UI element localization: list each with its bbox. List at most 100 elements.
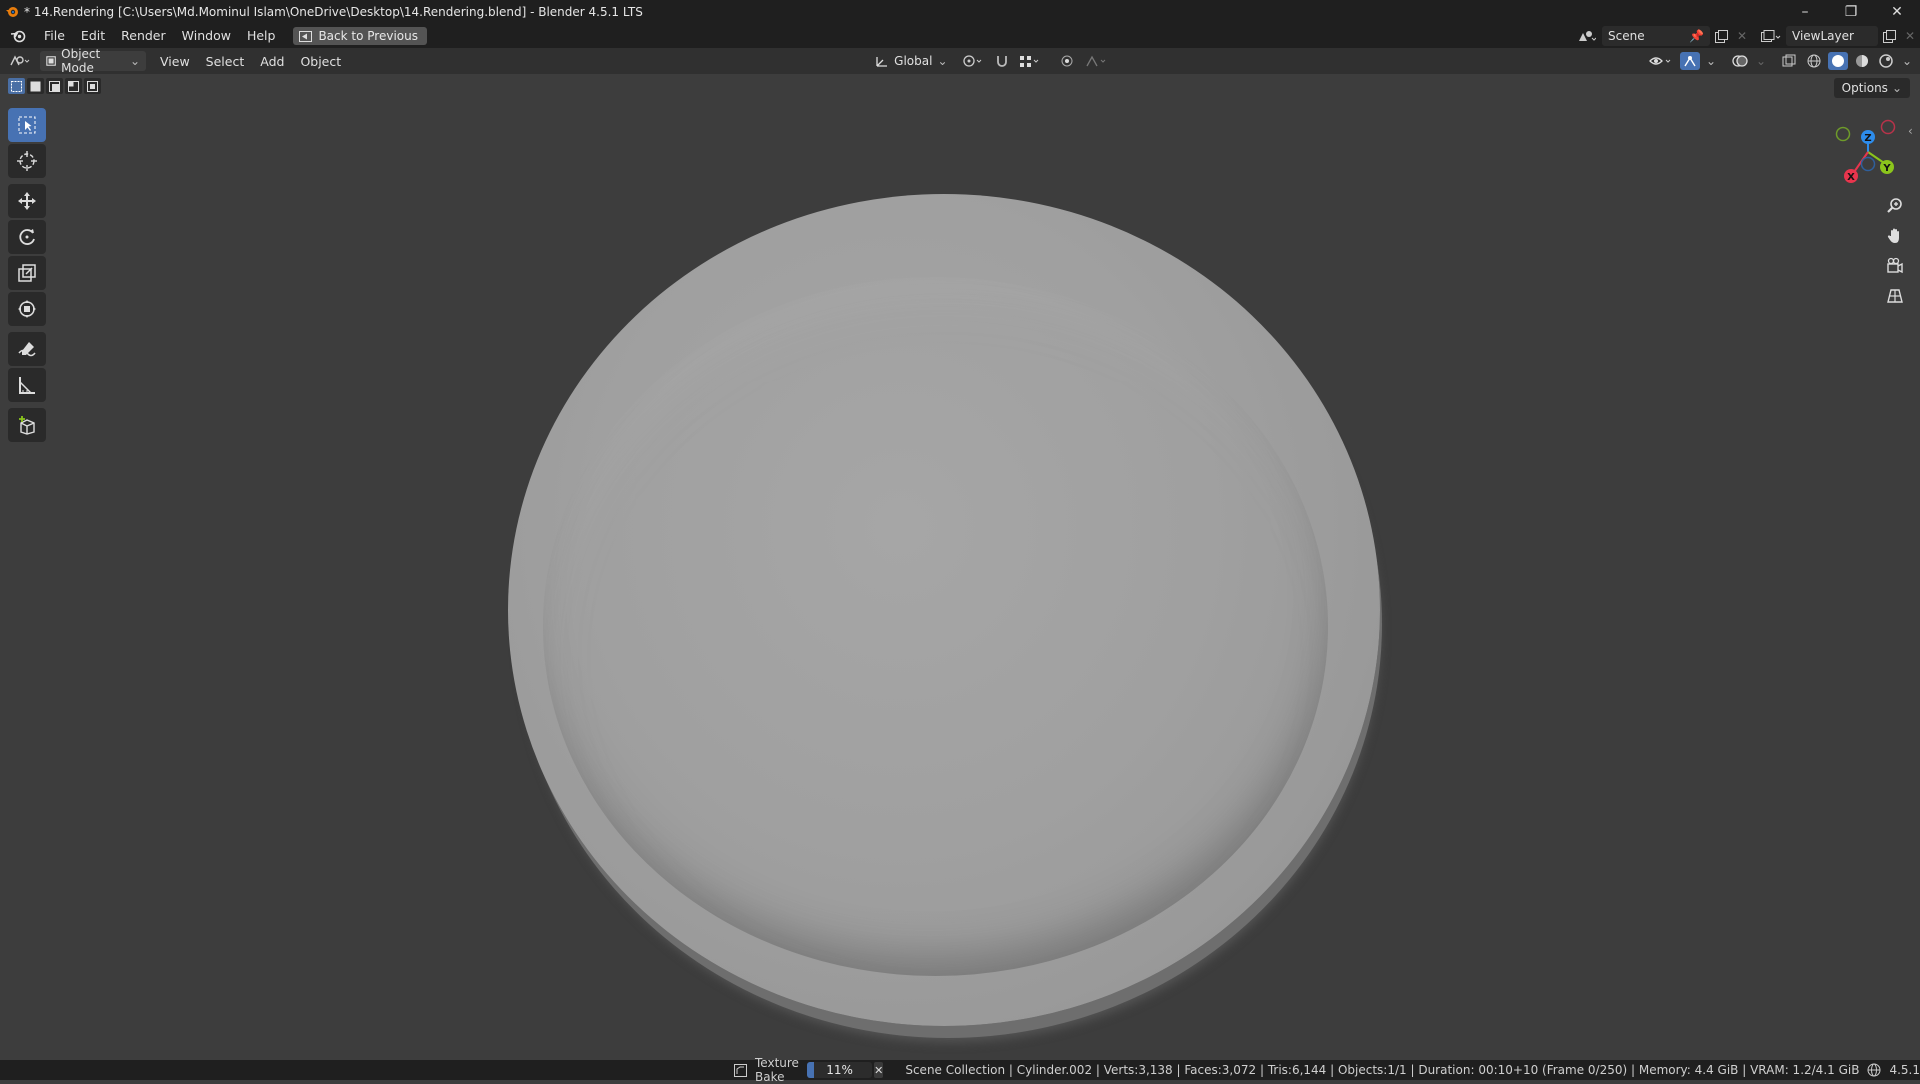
select-subtract-icon[interactable] <box>46 78 63 94</box>
transform-icon <box>18 300 36 318</box>
progress-text: 11% <box>826 1063 853 1077</box>
wireframe-shading-icon[interactable] <box>1804 54 1824 68</box>
menu-add[interactable]: Add <box>252 54 292 69</box>
select-extend-icon[interactable] <box>27 78 44 94</box>
falloff-icon[interactable] <box>1082 54 1112 68</box>
transform-tool[interactable] <box>8 292 46 326</box>
navigation-buttons <box>1880 192 1912 312</box>
new-scene-icon[interactable] <box>1710 29 1732 43</box>
close-button[interactable]: ✕ <box>1874 0 1920 24</box>
bake-progress-bar: 11% <box>806 1062 873 1078</box>
menu-file[interactable]: File <box>36 24 73 48</box>
rendered-shading-icon[interactable] <box>1876 54 1896 68</box>
snap-toggle-icon[interactable] <box>992 54 1012 68</box>
gizmo-toggle-icon[interactable] <box>1680 52 1700 70</box>
select-box-tool[interactable] <box>8 108 46 142</box>
zoom-button[interactable] <box>1880 192 1910 220</box>
xray-icon[interactable] <box>1778 54 1800 68</box>
delete-scene-icon[interactable]: ✕ <box>1732 29 1752 43</box>
3d-viewport[interactable] <box>0 74 1920 1060</box>
menu-render[interactable]: Render <box>113 24 174 48</box>
menu-help[interactable]: Help <box>239 24 284 48</box>
gizmo-x-label: X <box>1847 172 1855 183</box>
annotate-tool[interactable] <box>8 332 46 366</box>
pin-icon[interactable]: 📌 <box>1689 29 1704 43</box>
scene-selector[interactable]: Scene 📌 <box>1602 26 1710 46</box>
workspace-scene-controls: Scene 📌 ✕ ViewLayer ✕ <box>1572 24 1920 48</box>
scene-statistics: Scene Collection | Cylinder.002 | Verts:… <box>905 1063 1860 1077</box>
delete-view-layer-icon[interactable]: ✕ <box>1900 29 1920 43</box>
pivot-point-icon[interactable] <box>958 54 988 68</box>
back-to-previous-label: Back to Previous <box>318 29 418 43</box>
menu-edit[interactable]: Edit <box>73 24 113 48</box>
transform-orientation-selector[interactable]: Global ⌄ <box>869 51 953 71</box>
camera-icon <box>1887 257 1903 274</box>
orientation-axes-icon <box>876 57 888 67</box>
chevron-down-icon: ⌄ <box>1891 81 1902 95</box>
back-to-previous-button[interactable]: Back to Previous <box>293 27 427 45</box>
pan-button[interactable] <box>1880 222 1910 250</box>
add-cube-icon <box>19 416 35 435</box>
overlays-dropdown-icon[interactable]: ⌄ <box>1754 54 1768 68</box>
options-dropdown[interactable]: Options ⌄ <box>1833 78 1910 98</box>
gizmo-dropdown-icon[interactable]: ⌄ <box>1704 54 1718 68</box>
minimize-button[interactable]: – <box>1782 0 1828 24</box>
menu-window[interactable]: Window <box>174 24 239 48</box>
add-cube-tool[interactable] <box>8 408 46 442</box>
new-view-layer-icon[interactable] <box>1878 29 1900 43</box>
navigation-gizmo[interactable]: Z Y X <box>1828 112 1908 192</box>
cursor-tool[interactable] <box>8 144 46 178</box>
bake-job-icon <box>734 1063 747 1077</box>
solid-shading-icon[interactable] <box>1828 52 1848 70</box>
options-label: Options <box>1841 81 1888 95</box>
gizmo-neg-z[interactable] <box>1860 156 1876 172</box>
proportional-edit-icon[interactable] <box>1056 54 1078 68</box>
perspective-toggle-button[interactable] <box>1880 282 1910 310</box>
menu-select[interactable]: Select <box>198 54 253 69</box>
camera-view-button[interactable] <box>1880 252 1910 280</box>
measure-icon <box>19 377 35 394</box>
blender-menu-icon[interactable] <box>0 24 36 48</box>
rotate-tool[interactable] <box>8 220 46 254</box>
select-intersect-icon[interactable] <box>84 78 101 94</box>
select-new-icon[interactable] <box>8 78 25 94</box>
measure-tool[interactable] <box>8 368 46 402</box>
snap-target-icon[interactable] <box>1016 54 1044 68</box>
scale-tool[interactable] <box>8 256 46 290</box>
grid-icon <box>1887 289 1903 303</box>
mode-selector[interactable]: Object Mode ⌄ <box>40 47 146 75</box>
material-shading-icon[interactable] <box>1852 54 1872 68</box>
gizmo-z-label: Z <box>1864 133 1871 144</box>
move-tool[interactable] <box>8 184 46 218</box>
cancel-job-button[interactable]: ✕ <box>874 1062 884 1078</box>
network-icon <box>1867 1063 1881 1077</box>
cursor-icon <box>17 151 37 171</box>
menu-view[interactable]: View <box>152 54 198 69</box>
menu-object[interactable]: Object <box>292 54 349 69</box>
select-box-icon <box>18 116 36 134</box>
mode-label: Object Mode <box>61 47 101 75</box>
scene-name: Scene <box>1608 29 1645 43</box>
select-invert-icon[interactable] <box>65 78 82 94</box>
chevron-down-icon: ⌄ <box>129 54 140 68</box>
blender-version: 4.5.1 <box>1889 1063 1920 1077</box>
visibility-icon[interactable] <box>1646 54 1676 68</box>
sidebar-toggle-icon[interactable]: ‹ <box>1908 124 1913 138</box>
window-titlebar: * 14.Rendering [C:\Users\Md.Mominul Isla… <box>0 0 1920 24</box>
maximize-button[interactable]: ❐ <box>1828 0 1874 24</box>
viewport-display-controls: ⌄ ⌄ ⌄ <box>1646 52 1914 70</box>
gizmo-neg-y[interactable] <box>1835 126 1851 142</box>
shading-dropdown-icon[interactable]: ⌄ <box>1900 54 1914 68</box>
editor-type-icon[interactable] <box>0 54 40 68</box>
overlays-icon[interactable] <box>1730 54 1750 68</box>
window-title: * 14.Rendering [C:\Users\Md.Mominul Isla… <box>24 5 643 19</box>
object-mode-icon <box>46 56 56 66</box>
cylinder-object[interactable] <box>508 194 1380 1026</box>
view-layer-browse-icon[interactable] <box>1756 29 1786 43</box>
scene-browse-icon[interactable] <box>1572 29 1602 43</box>
gizmo-neg-x[interactable] <box>1880 119 1896 135</box>
view-layer-name: ViewLayer <box>1792 29 1854 43</box>
orientation-label: Global <box>894 54 933 68</box>
view-layer-selector[interactable]: ViewLayer <box>1786 26 1878 46</box>
progress-fill <box>806 1062 815 1078</box>
